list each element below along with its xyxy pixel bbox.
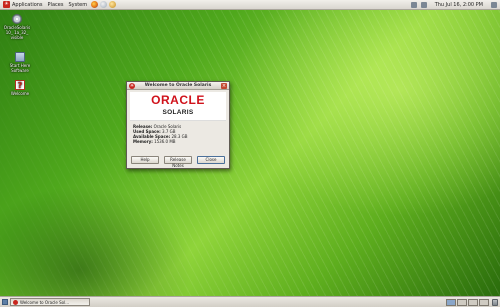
user-switch-icon[interactable] [491, 1, 497, 8]
taskbar-item-label: Welcome to Oracle Sol... [20, 299, 70, 305]
window-app-icon [13, 299, 18, 305]
desktop-icon-label: Start Here Software [9, 63, 31, 73]
sun-logo-icon: ☀ [3, 1, 10, 8]
show-desktop-icon[interactable] [2, 299, 8, 305]
brand-banner: ORACLE SOLARIS [130, 92, 226, 121]
desktop-icon-disc[interactable]: OracleSolaris 10_ 1a_32_ visible [0, 14, 34, 40]
desktop-icon-label: OracleSolaris 10_ 1a_32_ visible [3, 25, 31, 40]
desktop-icon-software[interactable]: Start Here Software [3, 52, 37, 73]
close-icon[interactable]: × [221, 82, 227, 89]
mail-icon[interactable] [100, 1, 108, 8]
system-info: Release: Oracle Solaris Used Space: 3.7 … [127, 121, 229, 144]
info-row-memory: Memory: 1536.0 MB [133, 139, 223, 144]
close-button[interactable]: Close [197, 156, 225, 164]
welcome-dialog: ☀ Welcome to Oracle Solaris × ORACLE SOL… [126, 81, 230, 169]
workspace-2[interactable] [457, 298, 467, 306]
places-label: Places [47, 1, 64, 8]
dialog-title: Welcome to Oracle Solaris [144, 83, 212, 88]
info-value: 1536.0 MB [154, 139, 176, 144]
top-menu: ☀ Applications Places System [3, 1, 87, 8]
product-name: SOLARIS [162, 109, 194, 116]
help-icon: ? [15, 80, 25, 90]
help-button[interactable]: Help [131, 156, 159, 164]
info-key: Memory: [133, 139, 153, 144]
applications-label: Applications [12, 1, 43, 8]
workspace-3[interactable] [468, 298, 478, 306]
applications-menu[interactable]: ☀ Applications [3, 1, 43, 8]
dialog-titlebar[interactable]: ☀ Welcome to Oracle Solaris × [127, 82, 229, 90]
places-menu[interactable]: Places [48, 2, 64, 8]
network-icon[interactable] [410, 1, 417, 8]
launchers [91, 1, 117, 8]
top-panel: ☀ Applications Places System Thu Jul 16,… [0, 0, 500, 10]
desktop-icon-welcome[interactable]: ? Welcome [3, 80, 37, 96]
system-label: System [68, 1, 88, 8]
release-notes-button[interactable]: Release Notes [164, 156, 192, 168]
trash-icon[interactable] [492, 298, 498, 306]
volume-icon[interactable] [420, 1, 427, 8]
taskbar-item-welcome[interactable]: Welcome to Oracle Sol... [10, 298, 90, 306]
disc-icon [12, 14, 22, 24]
oracle-logo: ORACLE [151, 93, 205, 107]
bottom-panel: Welcome to Oracle Sol... [0, 296, 500, 307]
dialog-buttons: Help Release Notes Close [131, 156, 225, 168]
workspace-1[interactable] [446, 298, 456, 306]
help-icon[interactable] [109, 1, 117, 8]
workspace-4[interactable] [479, 298, 489, 306]
desktop-icon-label: Welcome [10, 91, 30, 96]
firefox-icon[interactable] [91, 1, 99, 8]
system-menu[interactable]: System [68, 2, 87, 8]
top-panel-right: Thu Jul 16, 2:00 PM [410, 1, 497, 8]
workspace-switcher [446, 298, 489, 306]
clock[interactable]: Thu Jul 16, 2:00 PM [435, 2, 483, 8]
leaf-veins [0, 10, 500, 296]
folder-icon [15, 52, 25, 62]
desktop-wallpaper [0, 10, 500, 296]
